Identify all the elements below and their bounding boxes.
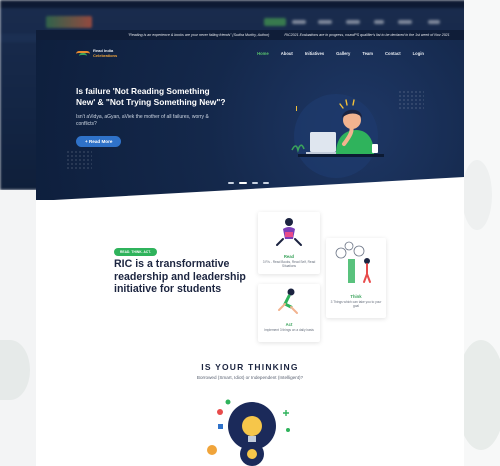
running-person-icon	[278, 288, 298, 314]
news-ticker[interactable]: "Reading is an experience & books are yo…	[36, 30, 464, 40]
nav-home[interactable]: Home	[257, 51, 269, 56]
nav-login[interactable]: Login	[413, 51, 424, 56]
page-card: "Reading is an experience & books are yo…	[36, 30, 464, 466]
logo-line2: Celebrations	[93, 53, 118, 58]
slider-dot[interactable]	[263, 182, 269, 184]
ghost-nav	[292, 20, 306, 24]
ghost-logo	[46, 16, 92, 28]
thinking-person-icon	[335, 241, 371, 283]
lightbulb-head-illustration	[207, 399, 290, 466]
logo-text: Read India Celebrations	[93, 48, 117, 58]
act-card-text: Implement 3 things on a daily basis	[264, 328, 314, 332]
ghost-nav	[398, 20, 412, 24]
nav-about[interactable]: About	[281, 51, 293, 56]
logo-arc-icon	[76, 49, 90, 57]
read-think-act-tag: READ. THINK. ACT.	[114, 248, 157, 256]
hero-content: Is failure 'Not Reading Something New' &…	[76, 86, 226, 148]
right-backdrop	[456, 0, 500, 466]
thinking-section: IS YOUR THINKING Borrowed (Smart, Idiot)…	[36, 362, 464, 380]
read-card[interactable]: Read 3 R's - Read Books, Read Self, Read…	[258, 212, 320, 274]
read-card-text: 3 R's - Read Books, Read Self, Read Situ…	[262, 260, 316, 269]
frustrated-student-illustration	[291, 94, 384, 178]
site-header: Read India Celebrations Home About Initi…	[36, 40, 464, 66]
hero-title: Is failure 'Not Reading Something New' &…	[76, 86, 226, 107]
slider-dot[interactable]	[228, 182, 234, 184]
slider-dot[interactable]	[252, 182, 258, 184]
nav-gallery[interactable]: Gallery	[336, 51, 350, 56]
ghost-nav	[428, 20, 440, 24]
ric-heading: RIC is a transformative readership and l…	[114, 258, 246, 295]
act-card[interactable]: Act Implement 3 things on a daily basis	[258, 284, 320, 342]
slider-dot-active[interactable]	[239, 182, 247, 184]
hero-subtitle: Isn't aVidya, aGyan, aViek the mother of…	[76, 114, 209, 127]
nav-contact[interactable]: Contact	[385, 51, 401, 56]
hero-section: Read India Celebrations Home About Initi…	[36, 40, 464, 200]
ghost-bar	[0, 0, 500, 8]
nav-team[interactable]: Team	[362, 51, 373, 56]
hero-slider-dots	[228, 182, 269, 184]
main-nav: Home About Initiatives Gallery Team Cont…	[257, 51, 424, 56]
ticker-item: RIC2021 Evaluations are in progress, rou…	[284, 33, 450, 37]
ghost-nav	[346, 20, 360, 24]
ghost-nav	[374, 20, 384, 24]
reading-person-icon	[276, 218, 302, 246]
ghost-nav	[318, 20, 332, 24]
ticker-item: "Reading is an experience & books are yo…	[128, 33, 270, 37]
dot-pattern	[66, 150, 92, 170]
ghost-active-nav	[264, 18, 286, 26]
think-card-text: 3 Things which can take you to your goal	[330, 300, 382, 309]
dot-pattern	[398, 90, 424, 110]
think-card[interactable]: Think 3 Things which can take you to you…	[326, 238, 386, 318]
thinking-title: IS YOUR THINKING	[201, 362, 299, 372]
nav-initiatives[interactable]: Initiatives	[305, 51, 324, 56]
read-more-button[interactable]: + Read More	[76, 136, 122, 147]
site-logo[interactable]: Read India Celebrations	[76, 48, 117, 58]
left-backdrop	[0, 190, 36, 466]
thinking-subtitle: Borrowed (Smart, Idiot) or Independent (…	[196, 375, 304, 380]
